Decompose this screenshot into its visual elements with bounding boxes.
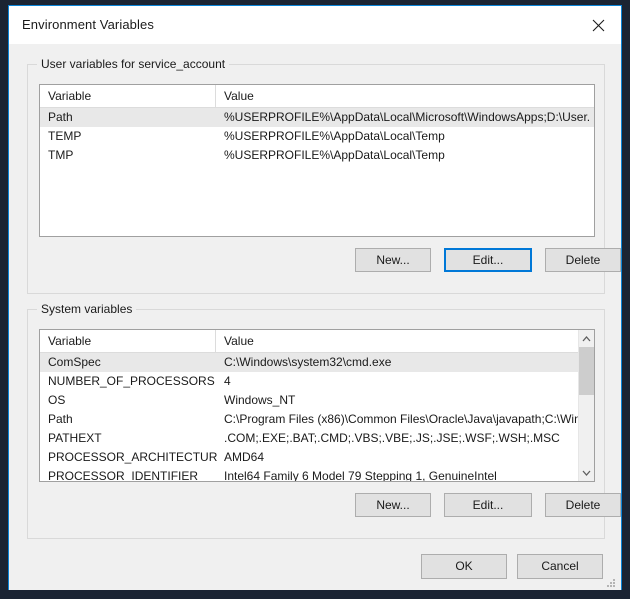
user-row-value: %USERPROFILE%\AppData\Local\Temp (224, 148, 445, 162)
system-edit-button[interactable]: Edit... (444, 493, 532, 517)
system-new-button[interactable]: New... (355, 493, 431, 517)
system-row-variable: NUMBER_OF_PROCESSORS (48, 374, 215, 388)
user-list-body: Path %USERPROFILE%\AppData\Local\Microsof… (40, 108, 594, 236)
chevron-down-glyph (582, 470, 591, 476)
table-row[interactable]: Path %USERPROFILE%\AppData\Local\Microsof… (40, 108, 594, 127)
screen: Environment Variables User variables for… (0, 0, 630, 599)
system-list-scrollbar[interactable] (578, 330, 594, 481)
user-column-header-value[interactable]: Value (216, 85, 594, 107)
user-variables-list[interactable]: Variable Value Path %USERPROFILE%\AppData… (39, 84, 595, 237)
table-row[interactable]: TEMP %USERPROFILE%\AppData\Local\Temp (40, 127, 594, 146)
table-row[interactable]: NUMBER_OF_PROCESSORS 4 (40, 372, 594, 391)
system-delete-button[interactable]: Delete (545, 493, 621, 517)
system-variables-group-label: System variables (37, 302, 137, 316)
window-title: Environment Variables (22, 17, 154, 32)
ok-button[interactable]: OK (421, 554, 507, 579)
resize-grip[interactable] (605, 575, 617, 587)
system-row-variable: Path (48, 412, 73, 426)
system-row-variable: PATHEXT (48, 431, 102, 445)
table-row[interactable]: PATHEXT .COM;.EXE;.BAT;.CMD;.VBS;.VBE;.JS… (40, 429, 594, 448)
table-row[interactable]: Path C:\Program Files (x86)\Common Files\… (40, 410, 594, 429)
user-row-variable: TMP (48, 148, 74, 162)
user-edit-button[interactable]: Edit... (444, 248, 532, 272)
close-glyph (592, 19, 604, 31)
system-row-value: .COM;.EXE;.BAT;.CMD;.VBS;.VBE;.JS;.JSE;.… (224, 431, 560, 445)
user-list-header: Variable Value (40, 85, 594, 108)
user-variables-group: User variables for service_account Varia… (27, 57, 621, 294)
system-list-header: Variable Value (40, 330, 594, 353)
chevron-up-glyph (582, 335, 591, 341)
user-row-variable: Path (48, 110, 73, 124)
user-delete-button[interactable]: Delete (545, 248, 621, 272)
system-row-value: C:\Windows\system32\cmd.exe (224, 355, 392, 369)
resize-grip-glyph (607, 579, 615, 587)
user-row-variable: TEMP (48, 129, 82, 143)
system-row-value: C:\Program Files (x86)\Common Files\Orac… (224, 412, 590, 426)
system-row-value: Windows_NT (224, 393, 296, 407)
table-row[interactable]: PROCESSOR_ARCHITECTURE AMD64 (40, 448, 594, 467)
table-row[interactable]: OS Windows_NT (40, 391, 594, 410)
dialog-client-area: User variables for service_account Varia… (9, 44, 621, 590)
cancel-button[interactable]: Cancel (517, 554, 603, 579)
system-row-variable: PROCESSOR_IDENTIFIER (48, 469, 199, 481)
user-row-value: %USERPROFILE%\AppData\Local\Microsoft\Wi… (224, 110, 590, 124)
system-row-value: Intel64 Family 6 Model 79 Stepping 1, Ge… (224, 469, 497, 481)
system-row-variable: PROCESSOR_ARCHITECTURE (48, 450, 218, 464)
user-row-value: %USERPROFILE%\AppData\Local\Temp (224, 129, 445, 143)
table-row[interactable]: TMP %USERPROFILE%\AppData\Local\Temp (40, 146, 594, 165)
system-column-header-variable[interactable]: Variable (40, 330, 216, 352)
system-row-variable: OS (48, 393, 66, 407)
user-variables-group-label: User variables for service_account (37, 57, 230, 71)
system-variables-group: System variables Variable Value ComSpec C… (27, 302, 621, 539)
table-row[interactable]: PROCESSOR_IDENTIFIER Intel64 Family 6 Mod… (40, 467, 594, 481)
system-row-value: AMD64 (224, 450, 265, 464)
system-column-header-value[interactable]: Value (216, 330, 594, 352)
system-row-variable: ComSpec (48, 355, 101, 369)
system-variables-list[interactable]: Variable Value ComSpec C:\Windows\system3… (39, 329, 595, 482)
chevron-down-icon[interactable] (579, 464, 594, 481)
scrollbar-thumb[interactable] (579, 347, 594, 395)
system-row-value: 4 (224, 374, 231, 388)
user-new-button[interactable]: New... (355, 248, 431, 272)
close-icon[interactable] (575, 6, 621, 44)
table-row[interactable]: ComSpec C:\Windows\system32\cmd.exe (40, 353, 594, 372)
system-list-body: ComSpec C:\Windows\system32\cmd.exe NUMBER… (40, 353, 594, 481)
chevron-up-icon[interactable] (579, 330, 594, 347)
environment-variables-dialog: Environment Variables User variables for… (8, 5, 622, 590)
user-column-header-variable[interactable]: Variable (40, 85, 216, 107)
titlebar: Environment Variables (9, 6, 621, 44)
